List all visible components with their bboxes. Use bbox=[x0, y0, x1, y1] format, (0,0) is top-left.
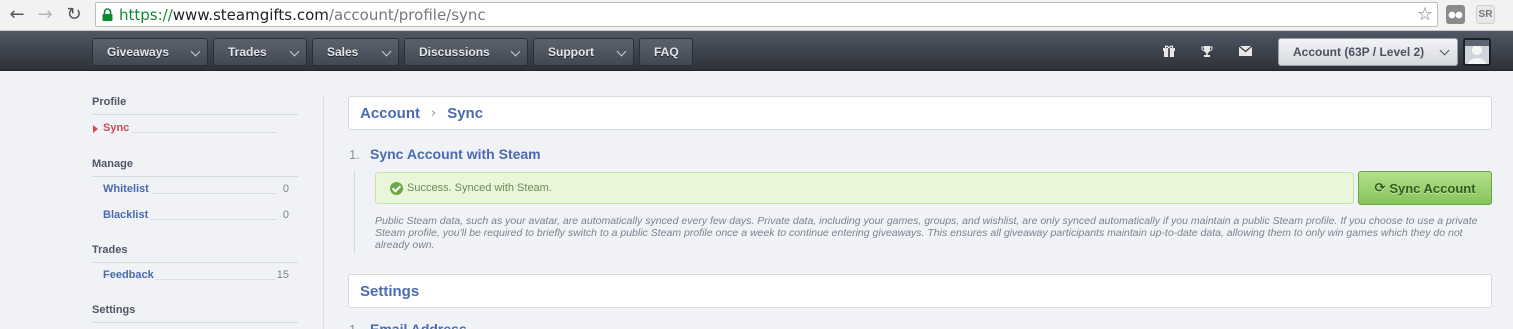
sidebar-item-blacklist[interactable]: Blacklist 0 bbox=[103, 209, 289, 223]
trophy-icon[interactable] bbox=[1200, 44, 1214, 58]
success-message: Success. Synced with Steam. bbox=[407, 182, 552, 194]
nav-label: Trades bbox=[228, 45, 267, 59]
sidebar-item-label: Blacklist bbox=[103, 209, 151, 221]
nav-label: Support bbox=[548, 45, 594, 59]
sidebar-item-sync[interactable]: Sync bbox=[93, 122, 289, 136]
sidebar-item-whitelist[interactable]: Whitelist 0 bbox=[103, 183, 289, 197]
chevron-down-icon bbox=[190, 46, 201, 57]
bookmark-star-icon[interactable]: ☆ bbox=[1417, 4, 1433, 25]
sidebar-heading-manage: Manage bbox=[92, 158, 298, 177]
chevron-down-icon bbox=[289, 46, 300, 57]
sidebar-item-label: Whitelist bbox=[103, 183, 151, 195]
url-scheme: https:// bbox=[119, 6, 173, 24]
back-icon[interactable]: ← bbox=[6, 4, 28, 26]
sidebar-divider bbox=[323, 96, 324, 329]
nav-discussions[interactable]: Discussions bbox=[404, 38, 528, 66]
browser-toolbar: ← → ↻ https://www.steamgifts.com/account… bbox=[0, 0, 1513, 31]
sidebar-item-count: 0 bbox=[282, 183, 289, 195]
nav-label: Giveaways bbox=[107, 45, 170, 59]
breadcrumb-separator-icon: › bbox=[431, 105, 437, 121]
chevron-down-icon bbox=[1439, 45, 1450, 56]
sidebar-item-feedback[interactable]: Feedback 15 bbox=[103, 269, 289, 283]
avatar[interactable] bbox=[1463, 38, 1491, 66]
check-circle-icon bbox=[390, 181, 403, 195]
account-dropdown[interactable]: Account (63P / Level 2) bbox=[1278, 38, 1458, 66]
nav-trades[interactable]: Trades bbox=[213, 38, 307, 66]
sync-button-label: Sync Account bbox=[1389, 180, 1476, 196]
breadcrumb-sync[interactable]: Sync bbox=[447, 105, 483, 122]
section-number: 1. bbox=[349, 147, 360, 162]
sidebar-heading-settings: Settings bbox=[92, 304, 298, 323]
section-guide-line bbox=[354, 170, 355, 254]
account-label: Account (63P / Level 2) bbox=[1293, 45, 1425, 59]
nav-sales[interactable]: Sales bbox=[312, 38, 399, 66]
sync-description: Public Steam data, such as your avatar, … bbox=[375, 215, 1478, 251]
url-text: https://www.steamgifts.com/account/profi… bbox=[119, 6, 486, 24]
nav-support[interactable]: Support bbox=[533, 38, 634, 66]
nav-giveaways[interactable]: Giveaways bbox=[92, 38, 208, 66]
extension-icon[interactable] bbox=[1446, 5, 1465, 24]
sidebar-item-count: 0 bbox=[282, 209, 289, 221]
sidebar-item-label: Feedback bbox=[103, 269, 156, 281]
sync-account-button[interactable]: ⟳ Sync Account bbox=[1358, 171, 1492, 205]
nav-faq[interactable]: FAQ bbox=[639, 38, 693, 66]
refresh-icon: ⟳ bbox=[1374, 180, 1386, 196]
sidebar-heading-profile: Profile bbox=[92, 96, 298, 115]
sr-extension-icon[interactable]: SR bbox=[1476, 5, 1495, 24]
chevron-down-icon bbox=[381, 46, 392, 57]
breadcrumb: Account › Sync bbox=[348, 96, 1492, 130]
nav-label: Discussions bbox=[419, 45, 490, 59]
url-host: www.steamgifts.com bbox=[172, 6, 329, 24]
url-path: /account/profile/sync bbox=[328, 6, 486, 24]
nav-label: Sales bbox=[327, 45, 359, 59]
active-arrow-icon bbox=[93, 125, 98, 133]
envelope-icon[interactable] bbox=[1238, 44, 1252, 58]
chevron-down-icon bbox=[510, 46, 521, 57]
address-bar[interactable]: https://www.steamgifts.com/account/profi… bbox=[95, 2, 1438, 27]
success-notification: Success. Synced with Steam. bbox=[375, 172, 1354, 204]
section-title: Email Address bbox=[370, 321, 467, 329]
breadcrumb-account[interactable]: Account bbox=[360, 105, 420, 122]
lock-icon bbox=[102, 8, 113, 21]
sidebar-item-label: Sync bbox=[103, 122, 132, 134]
sidebar-heading-trades: Trades bbox=[92, 244, 298, 263]
section-number: 1. bbox=[349, 322, 360, 329]
gift-icon[interactable] bbox=[1162, 44, 1176, 58]
sidebar-item-count: 15 bbox=[276, 269, 289, 281]
forward-icon[interactable]: → bbox=[34, 4, 56, 26]
nav-label: FAQ bbox=[654, 45, 679, 59]
reload-icon[interactable]: ↻ bbox=[63, 4, 85, 26]
chevron-down-icon bbox=[616, 46, 627, 57]
section-title: Sync Account with Steam bbox=[370, 146, 541, 162]
settings-heading: Settings bbox=[348, 274, 1492, 308]
site-header: Giveaways Trades Sales Discussions Suppo… bbox=[0, 31, 1513, 71]
